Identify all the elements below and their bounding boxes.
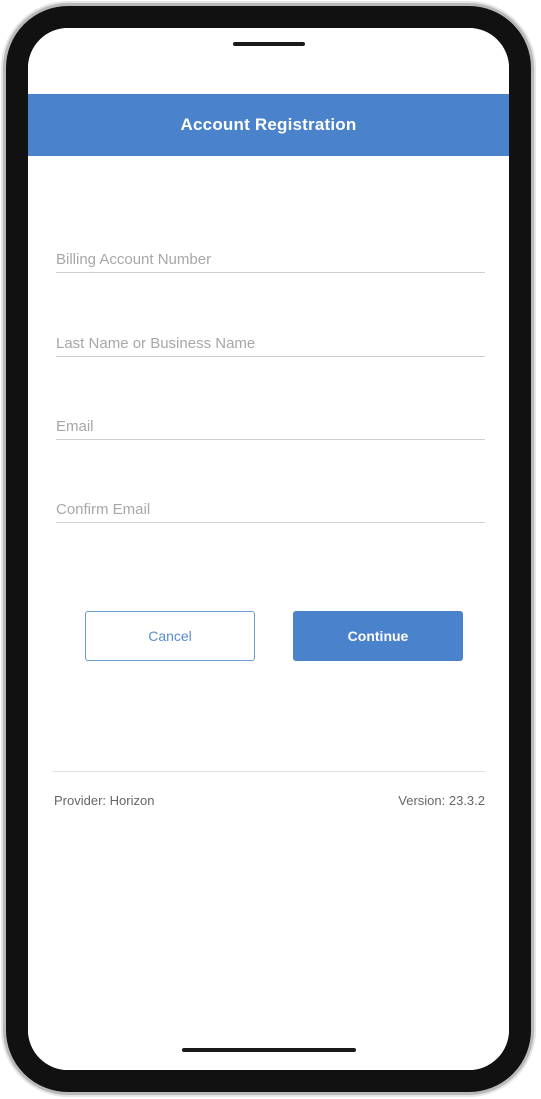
home-indicator[interactable] [181, 1048, 356, 1052]
speaker-notch [232, 42, 305, 46]
billing-account-number-field[interactable] [56, 238, 485, 273]
footer-divider [52, 771, 485, 772]
cancel-button[interactable]: Cancel [85, 611, 255, 661]
page-title: Account Registration [180, 115, 357, 134]
email-input[interactable] [56, 418, 485, 439]
confirm-email-input[interactable] [56, 501, 485, 522]
continue-button[interactable]: Continue [293, 611, 463, 661]
app-header: Account Registration [28, 94, 509, 156]
last-name-field[interactable] [56, 322, 485, 357]
billing-account-number-input[interactable] [56, 251, 485, 272]
screen: Account Registration Cancel Continue Pro… [28, 28, 509, 1070]
last-name-input[interactable] [56, 335, 485, 356]
phone-frame: Account Registration Cancel Continue Pro… [6, 6, 531, 1092]
email-field[interactable] [56, 405, 485, 440]
stage: Account Registration Cancel Continue Pro… [0, 0, 541, 1099]
confirm-email-field[interactable] [56, 488, 485, 523]
version-label: Version: 23.3.2 [398, 793, 485, 808]
provider-label: Provider: Horizon [54, 793, 155, 808]
